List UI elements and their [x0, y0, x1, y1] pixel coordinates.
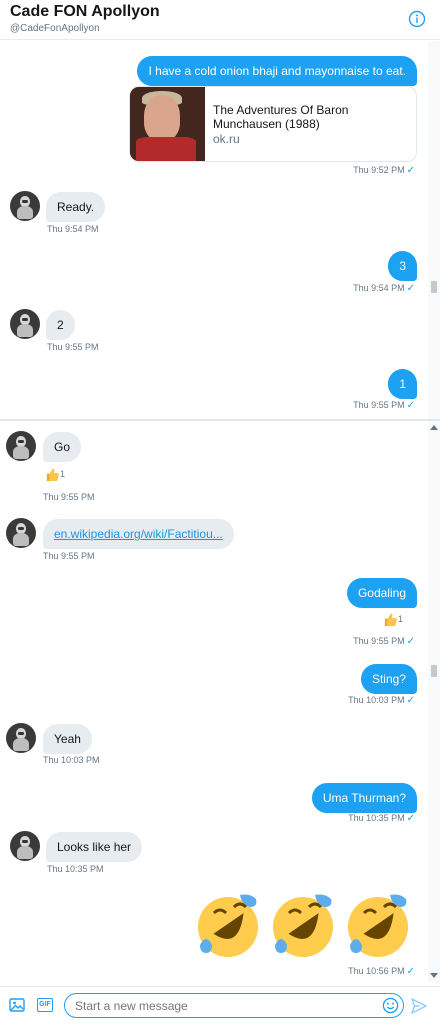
link-preview-domain: ok.ru	[213, 132, 240, 146]
contact-avatar[interactable]	[6, 518, 36, 548]
message-timestamp: Thu 9:54 PM ✓	[353, 283, 415, 294]
image-upload-icon[interactable]	[9, 997, 25, 1013]
read-check-icon: ✓	[406, 283, 415, 294]
outgoing-message[interactable]: Godaling	[346, 578, 417, 608]
emoji-picker-icon[interactable]	[382, 997, 399, 1014]
message-input[interactable]	[64, 993, 404, 1018]
scroll-up-arrow-icon[interactable]	[430, 425, 438, 430]
contact-handle[interactable]: @CadeFonApollyon	[10, 23, 100, 34]
incoming-message[interactable]: Go	[43, 432, 82, 462]
scrollbar-upper[interactable]	[428, 41, 440, 419]
read-check-icon: ✓	[406, 400, 415, 411]
message-timestamp: Thu 9:55 PM	[43, 551, 95, 561]
contact-avatar[interactable]	[6, 723, 36, 753]
message-timestamp: Thu 9:55 PM	[47, 342, 99, 352]
incoming-message[interactable]: 2	[46, 310, 75, 340]
contact-avatar[interactable]	[10, 191, 40, 221]
scrollbar-lower[interactable]	[428, 421, 440, 983]
scroll-down-arrow-icon[interactable]	[430, 973, 438, 978]
outgoing-message[interactable]: Uma Thurman?	[311, 783, 417, 813]
read-check-icon: ✓	[406, 813, 415, 824]
outgoing-message[interactable]: I have a cold onion bhaji and mayonnaise…	[137, 56, 417, 86]
message-timestamp: Thu 9:55 PM ✓	[353, 400, 415, 411]
send-icon[interactable]	[410, 997, 428, 1015]
contact-avatar[interactable]	[10, 831, 40, 861]
message-timestamp: Thu 9:52 PM ✓	[353, 165, 415, 176]
outgoing-message[interactable]: Sting?	[360, 664, 417, 694]
outgoing-message[interactable]: 1	[388, 369, 417, 399]
message-timestamp: Thu 9:55 PM ✓	[353, 636, 415, 647]
contact-avatar[interactable]	[10, 309, 40, 339]
link-preview-title: The Adventures Of Baron Munchausen (1988…	[213, 103, 349, 131]
link-preview-card[interactable]: The Adventures Of Baron Munchausen (1988…	[129, 86, 417, 162]
message-timestamp: Thu 10:03 PM	[43, 755, 100, 765]
rolling-laughing-emoji-icon[interactable]	[192, 891, 262, 961]
gif-icon[interactable]: GIF	[37, 998, 53, 1012]
message-timestamp: Thu 10:35 PM ✓	[348, 813, 415, 824]
message-timestamp: Thu 10:35 PM	[47, 864, 104, 874]
read-check-icon: ✓	[406, 165, 415, 176]
message-timestamp: Thu 9:54 PM	[47, 224, 99, 234]
incoming-message[interactable]: Looks like her	[46, 832, 143, 862]
message-pane-upper: I have a cold onion bhaji and mayonnaise…	[0, 41, 428, 419]
rolling-laughing-emoji-icon[interactable]	[342, 891, 412, 961]
thumbs-up-icon	[384, 613, 397, 627]
rolling-laughing-emoji-icon[interactable]	[267, 891, 337, 961]
link-preview-thumbnail	[130, 87, 205, 161]
incoming-message[interactable]: Yeah	[43, 724, 92, 754]
message-composer: GIF	[0, 986, 440, 1024]
outgoing-message[interactable]: 3	[388, 251, 417, 281]
scrollbar-thumb[interactable]	[431, 281, 437, 293]
read-check-icon: ✓	[406, 966, 415, 977]
message-reaction[interactable]: 1	[383, 612, 403, 627]
incoming-link-message[interactable]: en.wikipedia.org/wiki/Factitiou...	[43, 519, 234, 549]
message-pane-lower: Go 1 Thu 9:55 PM en.wikipedia.org/wiki/F…	[0, 421, 428, 983]
scrollbar-thumb[interactable]	[431, 665, 437, 677]
read-check-icon: ✓	[406, 695, 415, 706]
message-timestamp: Thu 10:56 PM ✓	[348, 966, 415, 977]
message-reaction[interactable]: 1	[45, 467, 65, 482]
message-timestamp: Thu 10:03 PM ✓	[348, 695, 415, 706]
contact-avatar[interactable]	[6, 431, 36, 461]
conversation-header: Cade FON Apollyon @CadeFonApollyon	[0, 0, 440, 40]
incoming-message[interactable]: Ready.	[46, 192, 106, 222]
thumbs-up-icon	[46, 468, 59, 482]
message-timestamp: Thu 9:55 PM	[43, 492, 95, 502]
contact-name[interactable]: Cade FON Apollyon	[10, 3, 160, 21]
info-icon[interactable]	[408, 10, 426, 28]
read-check-icon: ✓	[406, 636, 415, 647]
